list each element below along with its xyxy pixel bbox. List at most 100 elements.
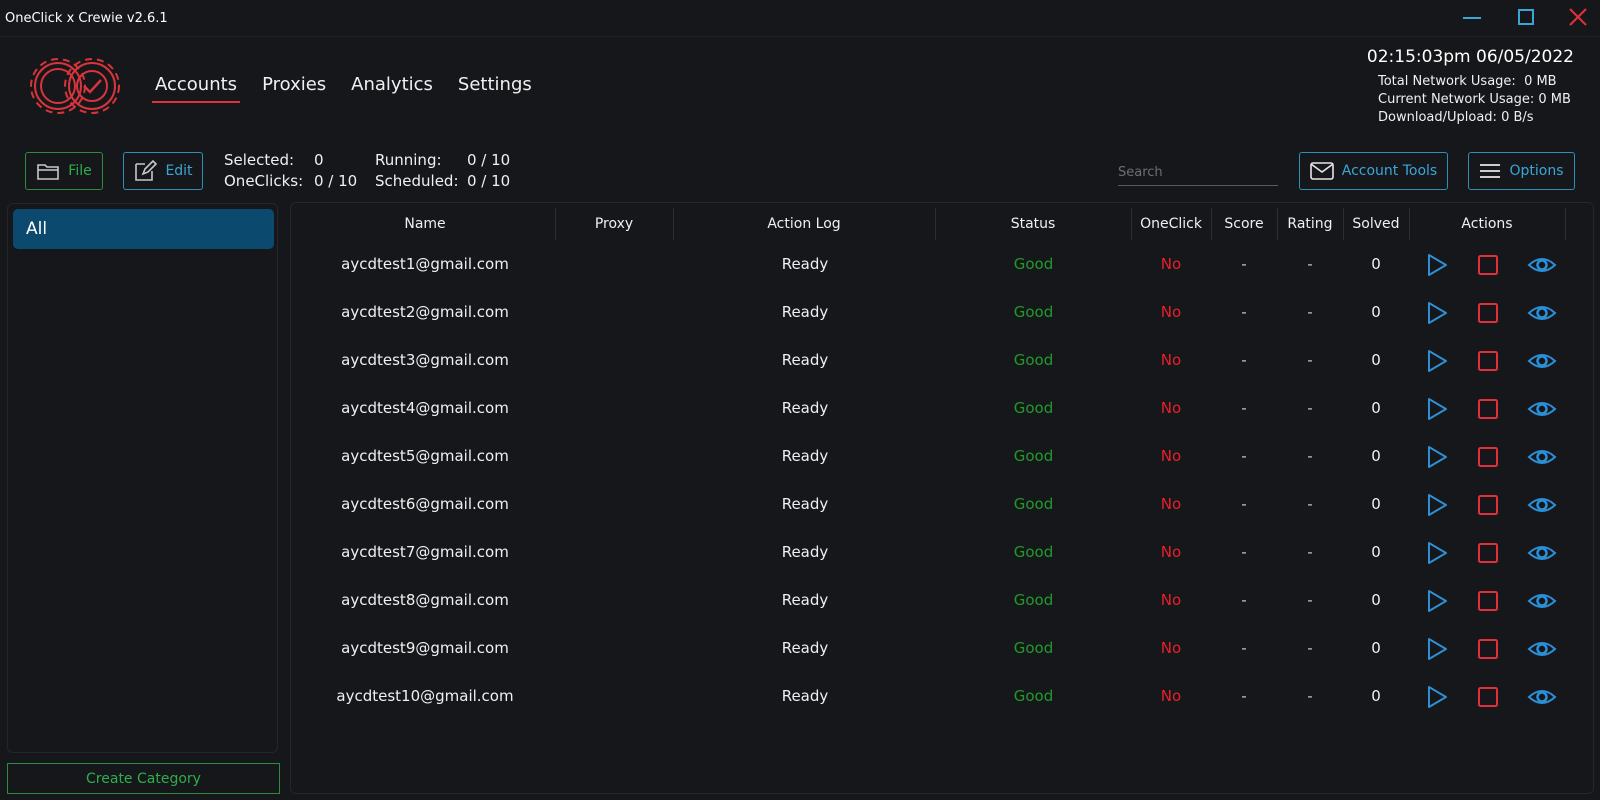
options-button[interactable]: Options xyxy=(1468,152,1575,190)
tab-analytics[interactable]: Analytics xyxy=(351,74,433,101)
status: Good xyxy=(1013,495,1054,513)
edit-button[interactable]: Edit xyxy=(123,152,203,190)
rating: - xyxy=(1307,255,1313,273)
create-category-button[interactable]: Create Category xyxy=(7,763,280,794)
rating: - xyxy=(1307,687,1313,705)
oneclick: No xyxy=(1160,495,1182,513)
status: Good xyxy=(1013,639,1054,657)
table-body: aycdtest1@gmail.com Ready Good No - - 0 … xyxy=(0,240,1600,720)
file-button[interactable]: File xyxy=(25,152,103,190)
play-icon[interactable] xyxy=(1425,493,1449,517)
solved: 0 xyxy=(1371,399,1381,417)
stop-icon[interactable] xyxy=(1476,637,1500,661)
stop-icon[interactable] xyxy=(1476,397,1500,421)
tab-proxies[interactable]: Proxies xyxy=(262,74,326,101)
play-icon[interactable] xyxy=(1425,253,1449,277)
table-row[interactable]: aycdtest8@gmail.com Ready Good No - - 0 xyxy=(0,576,1600,624)
rating: - xyxy=(1307,447,1313,465)
eye-icon[interactable] xyxy=(1527,589,1557,613)
action-log: Ready xyxy=(781,351,829,369)
close-icon xyxy=(1569,8,1587,26)
table-row[interactable]: aycdtest9@gmail.com Ready Good No - - 0 xyxy=(0,624,1600,672)
selection-stats: Selected: 0 OneClicks: 0 / 10 xyxy=(224,150,357,192)
title-bar: OneClick x Crewie v2.6.1 xyxy=(0,0,1600,37)
running-value: 0 / 10 xyxy=(467,151,511,169)
table-row[interactable]: aycdtest6@gmail.com Ready Good No - - 0 xyxy=(0,480,1600,528)
column-divider xyxy=(1565,208,1566,240)
running-label: Running: xyxy=(375,151,442,169)
play-icon[interactable] xyxy=(1425,637,1449,661)
account-tools-label: Account Tools xyxy=(1341,163,1438,179)
stop-icon[interactable] xyxy=(1476,349,1500,373)
col-solved[interactable]: Solved xyxy=(1343,208,1409,240)
col-rating[interactable]: Rating xyxy=(1277,208,1343,240)
oneclick: No xyxy=(1160,351,1182,369)
score: - xyxy=(1241,591,1247,609)
account-name: aycdtest8@gmail.com xyxy=(341,591,509,609)
mail-icon xyxy=(1309,162,1334,180)
tab-settings[interactable]: Settings xyxy=(458,74,532,101)
eye-icon[interactable] xyxy=(1527,685,1557,709)
col-action-log[interactable]: Action Log xyxy=(673,208,935,240)
eye-icon[interactable] xyxy=(1527,349,1557,373)
oneclick: No xyxy=(1160,639,1182,657)
table-row[interactable]: aycdtest7@gmail.com Ready Good No - - 0 xyxy=(0,528,1600,576)
minimize-button[interactable] xyxy=(1455,4,1489,32)
col-status[interactable]: Status xyxy=(935,208,1131,240)
maximize-button[interactable] xyxy=(1509,4,1543,32)
table-row[interactable]: aycdtest3@gmail.com Ready Good No - - 0 xyxy=(0,336,1600,384)
gears-logo-icon xyxy=(30,58,120,114)
oneclick: No xyxy=(1160,591,1182,609)
solved: 0 xyxy=(1371,303,1381,321)
status: Good xyxy=(1013,255,1054,273)
account-tools-button[interactable]: Account Tools xyxy=(1299,152,1448,190)
eye-icon[interactable] xyxy=(1527,253,1557,277)
eye-icon[interactable] xyxy=(1527,541,1557,565)
stop-icon[interactable] xyxy=(1476,589,1500,613)
oneclick: No xyxy=(1160,543,1182,561)
oneclicks-label: OneClicks: xyxy=(224,172,304,190)
table-row[interactable]: aycdtest2@gmail.com Ready Good No - - 0 xyxy=(0,288,1600,336)
account-name: aycdtest4@gmail.com xyxy=(341,399,509,417)
score: - xyxy=(1241,399,1247,417)
table-row[interactable]: aycdtest1@gmail.com Ready Good No - - 0 xyxy=(0,240,1600,288)
rating: - xyxy=(1307,399,1313,417)
download-upload-value: 0 B/s xyxy=(1501,110,1534,125)
eye-icon[interactable] xyxy=(1527,301,1557,325)
table-row[interactable]: aycdtest4@gmail.com Ready Good No - - 0 xyxy=(0,384,1600,432)
play-icon[interactable] xyxy=(1425,685,1449,709)
col-oneclick[interactable]: OneClick xyxy=(1131,208,1211,240)
stop-icon[interactable] xyxy=(1476,685,1500,709)
tab-accounts[interactable]: Accounts xyxy=(151,74,241,103)
play-icon[interactable] xyxy=(1425,349,1449,373)
close-button[interactable] xyxy=(1561,4,1595,32)
play-icon[interactable] xyxy=(1425,445,1449,469)
col-proxy[interactable]: Proxy xyxy=(555,208,673,240)
col-score[interactable]: Score xyxy=(1211,208,1277,240)
oneclicks-value: 0 / 10 xyxy=(314,172,358,190)
play-icon[interactable] xyxy=(1425,397,1449,421)
menu-icon xyxy=(1480,164,1501,178)
stop-icon[interactable] xyxy=(1476,493,1500,517)
eye-icon[interactable] xyxy=(1527,637,1557,661)
search-input[interactable] xyxy=(1118,160,1278,186)
eye-icon[interactable] xyxy=(1527,445,1557,469)
stop-icon[interactable] xyxy=(1476,253,1500,277)
stop-icon[interactable] xyxy=(1476,301,1500,325)
current-network-label: Current Network Usage: xyxy=(1378,92,1535,107)
stop-icon[interactable] xyxy=(1476,541,1500,565)
play-icon[interactable] xyxy=(1425,541,1449,565)
table-row[interactable]: aycdtest10@gmail.com Ready Good No - - 0 xyxy=(0,672,1600,720)
score: - xyxy=(1241,687,1247,705)
eye-icon[interactable] xyxy=(1527,397,1557,421)
col-name[interactable]: Name xyxy=(295,208,555,240)
play-icon[interactable] xyxy=(1425,589,1449,613)
play-icon[interactable] xyxy=(1425,301,1449,325)
current-network-value: 0 MB xyxy=(1538,92,1571,107)
account-name: aycdtest10@gmail.com xyxy=(336,687,514,705)
eye-icon[interactable] xyxy=(1527,493,1557,517)
score: - xyxy=(1241,447,1247,465)
table-row[interactable]: aycdtest5@gmail.com Ready Good No - - 0 xyxy=(0,432,1600,480)
stop-icon[interactable] xyxy=(1476,445,1500,469)
rating: - xyxy=(1307,639,1313,657)
